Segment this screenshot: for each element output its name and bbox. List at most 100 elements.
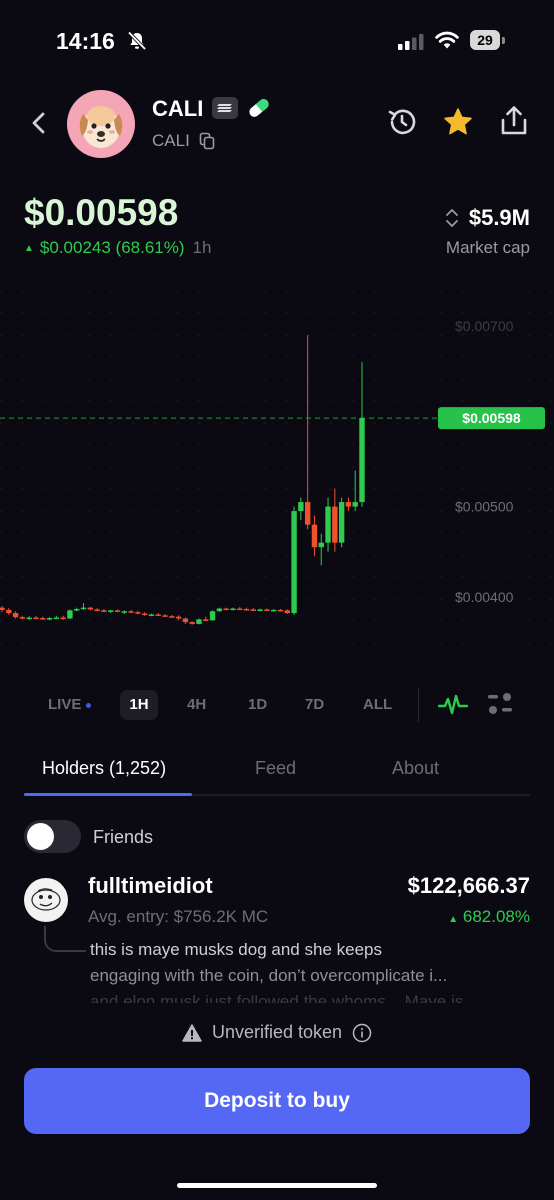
candle-up (359, 418, 365, 503)
price-change-value: $0.00243 (68.61%) (39, 238, 185, 257)
token-avatar (67, 90, 135, 158)
timeframe-7d[interactable]: 7D (305, 690, 324, 720)
tab-about[interactable]: About (392, 758, 439, 779)
candle-up (196, 619, 202, 624)
price-chart[interactable]: $0.00700 $0.00500 $0.00400 $0.00598 (0, 290, 554, 660)
candle-down (40, 618, 46, 620)
market-cap-value: $5.9M (468, 205, 530, 230)
candle-down (264, 609, 270, 611)
candle-up (53, 617, 60, 620)
candle-down (345, 502, 352, 507)
y-tick-label: $0.00500 (455, 499, 514, 515)
candle-up (338, 502, 345, 543)
holder-pct-value: 682.08% (462, 907, 530, 926)
holder-comment[interactable]: this is maye musks dog and she keeps eng… (90, 937, 520, 1003)
comment-line: engaging with the coin, don’t overcompli… (90, 966, 448, 985)
candle-down (60, 617, 66, 620)
candle-down (33, 617, 39, 620)
candle-down (203, 619, 209, 621)
wifi-icon (435, 31, 459, 49)
candle-down (237, 608, 243, 611)
candlestick-chart-icon[interactable] (486, 690, 514, 718)
timeframe-1d[interactable]: 1D (248, 690, 267, 720)
back-chevron-icon[interactable] (28, 110, 50, 136)
tab-active-indicator (24, 793, 192, 796)
friends-toggle[interactable] (24, 820, 81, 853)
candle-down (19, 617, 26, 619)
candle-up (257, 609, 263, 611)
candle-up (67, 610, 73, 619)
chain-badge-icon (212, 97, 238, 119)
tab-holders[interactable]: Holders (1,252) (42, 758, 166, 779)
dog-face-icon (79, 106, 123, 148)
star-icon[interactable] (442, 106, 474, 138)
history-icon[interactable] (386, 106, 418, 138)
bell-muted-icon (127, 31, 147, 51)
deposit-to-buy-button[interactable]: Deposit to buy (24, 1068, 530, 1134)
price-change: ▲ $0.00243 (68.61%) 1h (24, 238, 211, 258)
comment-thread-line (44, 926, 86, 952)
candle-up (318, 542, 324, 548)
pill-icon (249, 99, 269, 117)
share-icon[interactable] (498, 104, 530, 138)
candle-down (243, 609, 250, 611)
line-chart-icon[interactable] (438, 690, 468, 720)
token-name: CALI (152, 96, 204, 121)
battery-indicator: 29 (470, 30, 506, 52)
candle-up (271, 609, 277, 612)
current-price-tag-label: $0.00598 (462, 410, 521, 426)
holder-avatar[interactable] (24, 878, 68, 922)
y-tick-label: $0.00400 (455, 589, 514, 605)
unverified-notice: Unverified token (0, 1022, 554, 1043)
candle-down (304, 502, 311, 525)
candle-up (107, 610, 114, 612)
doodle-avatar-icon (31, 888, 61, 911)
candle-down (250, 609, 257, 611)
info-icon[interactable] (352, 1023, 372, 1043)
timeframe-live-label: LIVE (48, 696, 82, 713)
candle-down (128, 611, 134, 613)
timeframe-4h[interactable]: 4H (187, 690, 206, 720)
candle-up (121, 611, 127, 613)
holder-avg-entry: Avg. entry: $756.2K MC (88, 907, 269, 926)
candle-up (148, 614, 155, 616)
sort-arrows-icon (445, 209, 458, 227)
candle-up (230, 608, 236, 611)
candle-down (101, 610, 107, 612)
holder-name[interactable]: fulltimeidiot (88, 873, 213, 899)
battery-level: 29 (470, 30, 500, 50)
signal-icon (398, 34, 424, 50)
up-triangle-icon: ▲ (24, 242, 34, 254)
candle-down (114, 610, 121, 612)
y-tick-label: $0.00700 (455, 318, 514, 334)
candle-down (189, 622, 195, 624)
timeframe-live[interactable]: LIVE (48, 690, 92, 720)
market-cap-label: Market cap (445, 238, 530, 257)
copy-icon[interactable] (199, 132, 215, 150)
candle-down (0, 607, 5, 610)
candle-down (141, 613, 148, 616)
holder-pct-change: ▲ 682.08% (448, 907, 530, 927)
candle-up (352, 502, 358, 507)
price-change-period: 1h (192, 238, 212, 257)
market-cap-toggle[interactable]: $5.9M (445, 205, 530, 231)
current-price: $0.00598 (24, 192, 179, 233)
comment-line: this is maye musks dog and she keeps (90, 940, 382, 959)
up-triangle-icon: ▲ (448, 914, 459, 925)
candle-down (175, 616, 182, 619)
candle-up (298, 502, 304, 512)
tab-feed[interactable]: Feed (255, 758, 296, 779)
candle-up (74, 609, 80, 611)
candle-down (12, 613, 19, 618)
candle-down (87, 607, 93, 610)
candle-up (80, 607, 87, 610)
candle-up (26, 617, 32, 620)
candle-down (284, 610, 290, 614)
live-dot-icon (86, 702, 92, 708)
unverified-label: Unverified token (211, 1022, 343, 1042)
timeframe-1h[interactable]: 1H (120, 690, 158, 720)
candle-down (311, 524, 318, 548)
timeframe-all[interactable]: ALL (363, 690, 392, 720)
candle-up (325, 506, 331, 543)
candle-down (155, 614, 161, 616)
